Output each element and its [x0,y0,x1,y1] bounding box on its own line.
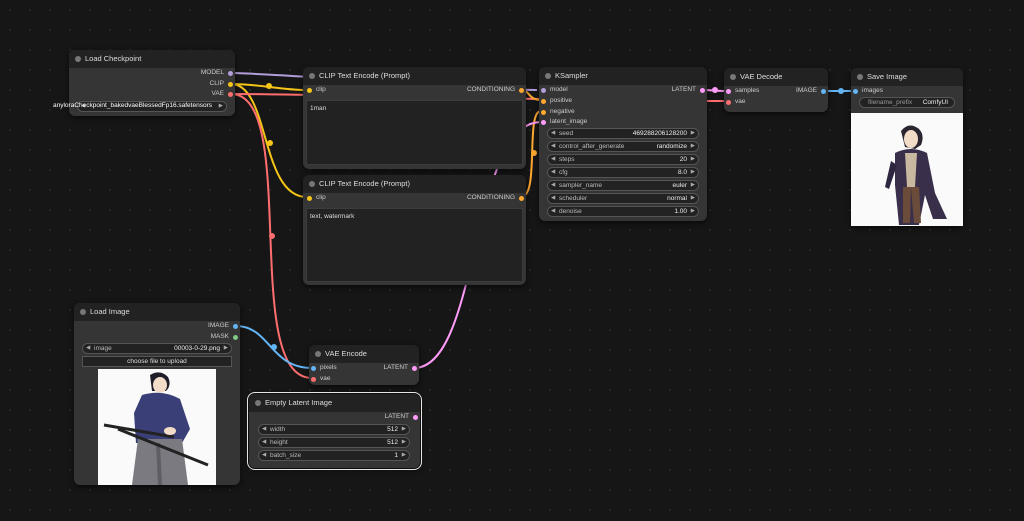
input-clip[interactable]: clip [307,85,326,95]
node-title[interactable]: Save Image [851,68,963,86]
output-vae[interactable]: VAE [211,89,233,99]
save-image-node[interactable]: Save Image images filename_prefix ComfyU… [851,68,963,226]
ksampler-node[interactable]: KSampler model positive negative latent_… [539,67,707,221]
node-title[interactable]: CLIP Text Encode (Prompt) [303,67,526,85]
output-image[interactable]: IMAGE [208,321,238,331]
width-widget[interactable]: ◀ width 512 ▶ [258,424,410,435]
node-title[interactable]: Load Checkpoint [69,50,235,68]
output-clip[interactable]: CLIP [210,79,233,89]
denoise-widget[interactable]: ◀ denoise 1.00 ▶ [547,206,699,217]
sampler-name-widget[interactable]: ◀ sampler_name euler ▶ [547,180,699,191]
steps-widget[interactable]: ◀ steps 20 ▶ [547,154,699,165]
prompt-textarea[interactable]: 1man [306,100,523,165]
output-model[interactable]: MODEL [201,68,233,78]
samurai-image [98,369,216,485]
empty-latent-image-node[interactable]: Empty Latent Image LATENT ◀ width 512 ▶ ◀ he… [247,392,422,470]
collapse-dot-icon[interactable] [309,73,315,79]
output-image-preview[interactable] [851,113,963,226]
input-model[interactable]: model [541,85,568,95]
prompt-textarea[interactable]: text, watermark [306,208,523,282]
collapse-dot-icon[interactable] [315,351,321,357]
link-vae-encode [230,93,313,379]
node-title[interactable]: Empty Latent Image [249,394,420,412]
link-clip-pos [230,83,308,91]
height-widget[interactable]: ◀ height 512 ▶ [258,437,410,448]
cfg-widget[interactable]: ◀ cfg 8.0 ▶ [547,167,699,178]
clip-text-encode-positive-node[interactable]: CLIP Text Encode (Prompt) clip CONDITION… [303,67,526,169]
load-image-node[interactable]: Load Image IMAGE MASK ◀ image 00003-0-29.p… [74,303,240,485]
input-clip[interactable]: clip [307,193,326,203]
input-pixels[interactable]: pixels [311,363,337,373]
man-in-coat-image [851,113,963,226]
input-negative[interactable]: negative [541,107,575,117]
collapse-dot-icon[interactable] [730,74,736,80]
image-combo[interactable]: ◀ image 00003-0-29.png ▶ [82,343,232,354]
node-title[interactable]: Load Image [74,303,240,321]
collapse-dot-icon[interactable] [80,309,86,315]
scheduler-widget[interactable]: ◀ scheduler normal ▶ [547,193,699,204]
collapse-dot-icon[interactable] [255,400,261,406]
input-samples[interactable]: samples [726,86,759,96]
output-mask[interactable]: MASK [211,332,238,342]
ckpt-name-value: anyloraCheckpoint_bakedvaeBlessedFp16.sa… [53,102,212,109]
node-title[interactable]: VAE Decode [724,68,828,86]
output-latent[interactable]: LATENT [672,85,705,95]
collapse-dot-icon[interactable] [309,181,315,187]
collapse-dot-icon[interactable] [75,56,81,62]
input-positive[interactable]: positive [541,96,572,106]
output-conditioning[interactable]: CONDITIONING [467,193,524,203]
input-latent-image[interactable]: latent_image [541,117,587,127]
batch-size-widget[interactable]: ◀ batch_size 1 ▶ [258,450,410,461]
node-title[interactable]: VAE Encode [309,345,419,363]
vae-decode-node[interactable]: VAE Decode samples vae IMAGE [724,68,828,112]
link-pixels [235,325,313,369]
collapse-dot-icon[interactable] [545,73,551,79]
seed-widget[interactable]: ◀ seed 469288206128200 ▶ [547,128,699,139]
clip-text-encode-negative-node[interactable]: CLIP Text Encode (Prompt) clip CONDITION… [303,175,526,285]
node-title[interactable]: CLIP Text Encode (Prompt) [303,175,526,193]
collapse-dot-icon[interactable] [857,74,863,80]
filename-prefix-widget[interactable]: filename_prefix ComfyUI [859,97,955,108]
output-conditioning[interactable]: CONDITIONING [467,85,524,95]
input-image-preview[interactable] [98,369,216,485]
output-latent[interactable]: LATENT [384,363,417,373]
node-title[interactable]: KSampler [539,67,707,85]
control-after-generate-widget[interactable]: ◀ control_after_generate randomize ▶ [547,141,699,152]
arrow-right-icon[interactable]: ▶ [219,102,223,111]
vae-encode-node[interactable]: VAE Encode pixels vae LATENT [309,345,419,385]
input-images[interactable]: images [853,86,883,96]
input-vae[interactable]: vae [311,374,330,384]
output-image[interactable]: IMAGE [796,86,826,96]
output-latent[interactable]: LATENT [385,412,418,422]
link-clip-neg [230,83,308,198]
input-vae[interactable]: vae [726,97,745,107]
upload-button[interactable]: choose file to upload [82,356,232,367]
